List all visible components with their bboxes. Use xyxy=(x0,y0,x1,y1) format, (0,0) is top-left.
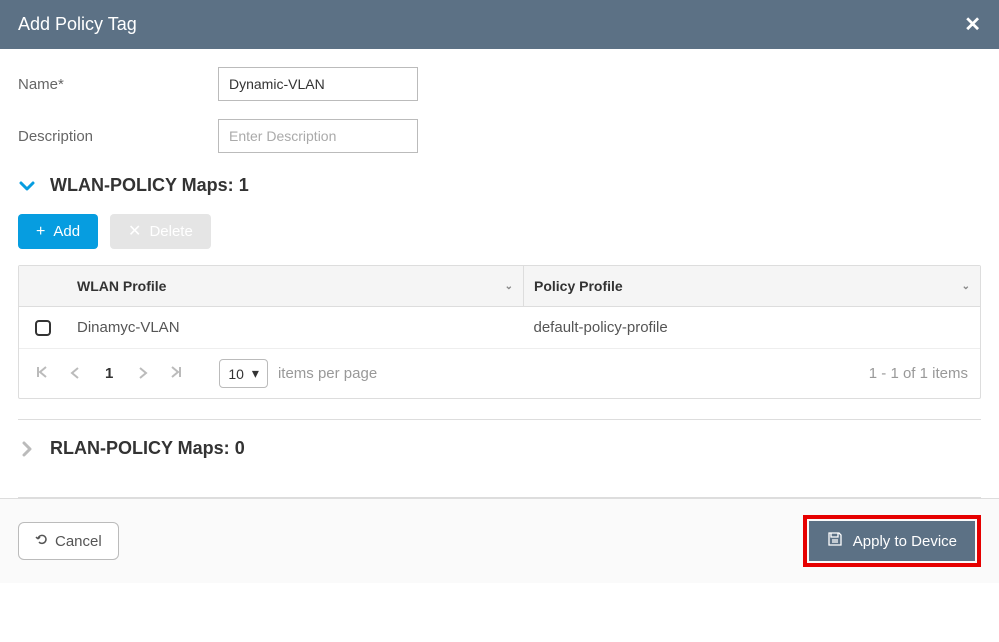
cell-wlan-profile: Dinamyc-VLAN xyxy=(67,307,524,348)
rlan-policy-toggle[interactable]: RLAN-POLICY Maps: 0 xyxy=(18,420,981,477)
pager-info: 1 - 1 of 1 items xyxy=(869,365,968,382)
close-icon[interactable]: ✕ xyxy=(964,12,981,37)
caret-down-icon: ▾ xyxy=(252,365,259,382)
form-row-description: Description xyxy=(18,119,981,153)
pager-prev-icon[interactable] xyxy=(65,366,85,382)
wlan-policy-table: WLAN Profile ⌄ Policy Profile ⌄ Dinamyc-… xyxy=(18,265,981,399)
header-checkbox-col xyxy=(19,266,67,306)
page-size-select[interactable]: 10 ▾ xyxy=(219,359,268,388)
wlan-section-count: 1 xyxy=(239,175,249,195)
plus-icon: + xyxy=(36,224,45,240)
form-row-name: Name* xyxy=(18,67,981,101)
delete-button[interactable]: ✕ Delete xyxy=(110,214,211,249)
modal-footer: Cancel Apply to Device xyxy=(0,498,999,583)
wlan-policy-toggle[interactable]: WLAN-POLICY Maps: 1 xyxy=(18,175,981,196)
column-wlan-profile[interactable]: WLAN Profile ⌄ xyxy=(67,266,524,306)
save-icon xyxy=(827,531,843,551)
table-header: WLAN Profile ⌄ Policy Profile ⌄ xyxy=(19,266,980,307)
pager: 1 10 ▾ items per page 1 - 1 of 1 items xyxy=(19,349,980,398)
add-button[interactable]: + Add xyxy=(18,214,98,249)
name-input[interactable] xyxy=(218,67,418,101)
cancel-button[interactable]: Cancel xyxy=(18,522,119,560)
items-per-page-label: items per page xyxy=(278,365,377,382)
column-policy-profile[interactable]: Policy Profile ⌄ xyxy=(524,266,980,306)
description-input[interactable] xyxy=(218,119,418,153)
apply-to-device-button[interactable]: Apply to Device xyxy=(809,521,975,561)
undo-icon xyxy=(35,532,49,550)
modal-header: Add Policy Tag ✕ xyxy=(0,0,999,49)
checkbox-icon xyxy=(35,320,51,336)
rlan-section-count: 0 xyxy=(235,438,245,458)
page-size-control: 10 ▾ items per page xyxy=(219,359,377,388)
table-row[interactable]: Dinamyc-VLAN default-policy-profile xyxy=(19,307,980,349)
wlan-section-title: WLAN-POLICY Maps: 1 xyxy=(50,175,249,196)
x-icon: ✕ xyxy=(128,224,141,240)
modal-title: Add Policy Tag xyxy=(18,14,137,35)
rlan-section-title: RLAN-POLICY Maps: 0 xyxy=(50,438,245,459)
chevron-down-icon xyxy=(18,177,36,195)
cell-policy-profile: default-policy-profile xyxy=(524,307,981,348)
pager-current-page[interactable]: 1 xyxy=(97,365,121,382)
row-checkbox[interactable] xyxy=(19,307,67,348)
table-button-row: + Add ✕ Delete xyxy=(18,214,981,249)
sort-icon: ⌄ xyxy=(962,281,970,292)
sort-icon: ⌄ xyxy=(505,281,513,292)
name-label: Name* xyxy=(18,76,218,93)
pager-first-icon[interactable] xyxy=(31,365,53,382)
modal-body: Name* Description WLAN-POLICY Maps: 1 + … xyxy=(0,49,999,498)
chevron-right-icon xyxy=(18,440,36,458)
apply-button-highlight: Apply to Device xyxy=(803,515,981,567)
description-label: Description xyxy=(18,128,218,145)
pager-next-icon[interactable] xyxy=(133,366,153,382)
pager-last-icon[interactable] xyxy=(165,365,187,382)
